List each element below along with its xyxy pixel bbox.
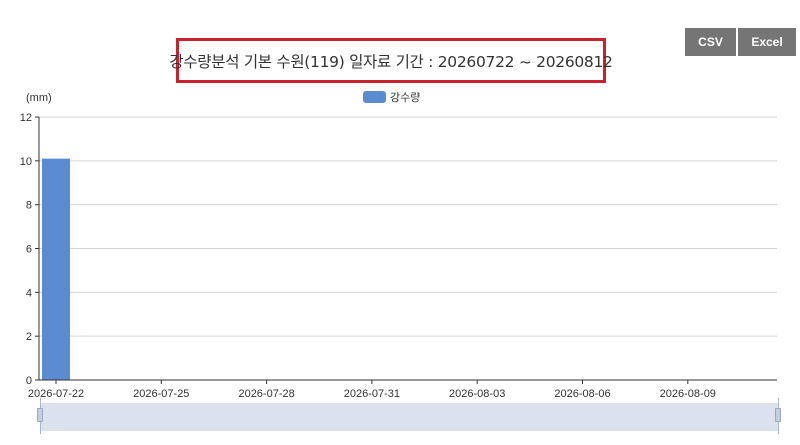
y-tick-label: 6	[26, 244, 32, 256]
rainfall-bar-chart: 0 2 4 6 8 10 12 2026-07-22 2026-07-25 2026-07-28 2…	[20, 112, 777, 400]
range-slider-right-handle[interactable]	[775, 408, 781, 422]
x-tick-label: 2026-08-09	[660, 388, 716, 400]
range-slider-track[interactable]	[40, 403, 779, 431]
x-tick-label: 2026-08-03	[449, 388, 505, 400]
y-tick-label: 4	[26, 287, 32, 299]
y-tick-label: 2	[26, 331, 32, 343]
y-tick-label: 0	[26, 375, 32, 387]
x-tick-label: 2026-07-22	[28, 388, 84, 400]
y-tick-label: 12	[20, 112, 32, 124]
x-tick-label: 2026-07-31	[344, 388, 400, 400]
x-tick-label: 2026-08-06	[554, 388, 610, 400]
x-tick-label: 2026-07-28	[238, 388, 294, 400]
y-tick-label: 10	[20, 156, 32, 168]
bar-rainfall[interactable]	[42, 158, 70, 380]
y-tick-label: 8	[26, 200, 32, 212]
x-tick-label: 2026-07-25	[133, 388, 189, 400]
range-slider-left-handle[interactable]	[37, 408, 43, 422]
